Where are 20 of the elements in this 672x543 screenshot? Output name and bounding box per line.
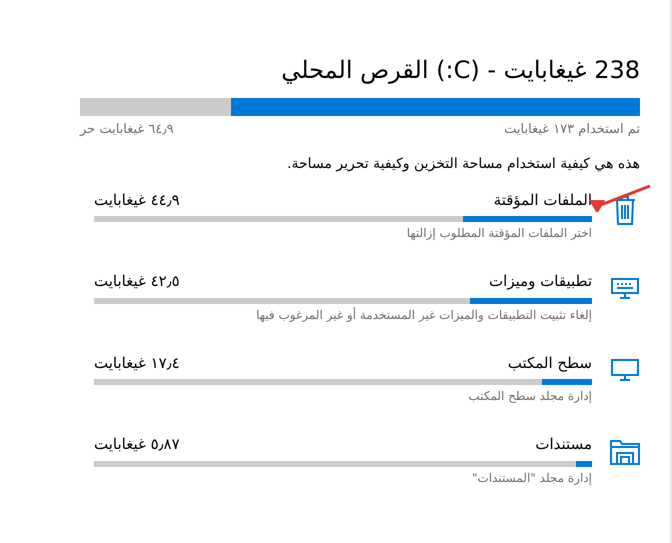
category-name[interactable]: تطبيقات وميزات xyxy=(489,270,592,292)
category-size: ٤٢٫٥ غيغابايت xyxy=(94,271,180,292)
used-space-text: تم استخدام ١٧٣ غيغابايت xyxy=(504,121,640,139)
category-hint: إدارة مجلد سطح المكتب xyxy=(467,388,592,405)
free-space-text: ٦٤٫٩ غيغابايت حر xyxy=(80,121,174,139)
category-name[interactable]: الملفات المؤقتة xyxy=(494,188,592,211)
drive-title: 238 غيغابايت - (C:) القرص المحلي xyxy=(280,55,640,86)
category-hint: إدارة مجلد "المستندات" xyxy=(470,470,592,486)
description-text: هذه هي كيفية استخدام مساحة التخزين وكيفية تحرير مساحة. xyxy=(286,154,640,174)
monitor-icon xyxy=(611,358,639,382)
category-hint: اختر الملفات المؤقتة المطلوب إزالتها xyxy=(406,225,592,242)
category-size: ٤٤٫٩ غيغابايت xyxy=(94,190,180,210)
trash-icon xyxy=(614,194,636,224)
category-size: ١٧٫٤ غيغابايت xyxy=(94,352,180,374)
category-size: ٥٫٨٧ غيغابايت xyxy=(94,434,180,455)
category-hint: إلغاء تثبيت التطبيقات والميزات غير المستخدمة أو غير المرغوب فيها xyxy=(255,306,592,324)
folder-icon xyxy=(610,439,640,465)
category-name[interactable]: مستندات xyxy=(535,433,592,456)
keyboard-monitor-icon xyxy=(611,276,639,300)
category-name[interactable]: سطح المكتب xyxy=(508,352,592,374)
